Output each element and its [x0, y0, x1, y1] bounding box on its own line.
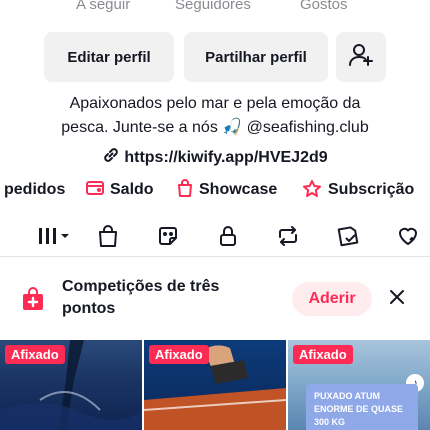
- shortcut-orders[interactable]: pedidos: [4, 176, 65, 204]
- tab-reposts[interactable]: [268, 218, 308, 258]
- repost-icon: [275, 224, 301, 253]
- video-thumbnail[interactable]: Afixado: [0, 340, 142, 430]
- tab-videos-grid[interactable]: [32, 218, 76, 258]
- followers-label[interactable]: Seguidores: [175, 0, 251, 13]
- shortcut-label: Showcase: [199, 181, 278, 198]
- shortcut-label: Subscrição: [328, 181, 415, 198]
- shortcut-label: pedidos: [4, 181, 66, 198]
- profile-tabs: [0, 218, 430, 258]
- bookmark-icon: [336, 224, 360, 253]
- heart-icon: [396, 224, 420, 253]
- shortcut-showcase[interactable]: Showcase: [177, 176, 277, 204]
- video-thumbnail[interactable]: Afixado: [144, 340, 286, 430]
- lock-icon: [216, 224, 240, 253]
- banner-title: Competições de três pontos: [62, 278, 220, 317]
- close-banner-button[interactable]: [384, 286, 410, 312]
- join-button[interactable]: Aderir: [292, 282, 372, 316]
- shortcut-label: Saldo: [110, 181, 154, 198]
- pinned-badge: Afixado: [5, 345, 65, 364]
- profile-bio: Apaixonados pelo mar e pela emoção da pe…: [0, 92, 430, 140]
- likes-label: Gostos: [300, 0, 348, 13]
- profile-shortcuts: pedidos Saldo Showcase Subscrição: [0, 176, 430, 204]
- tab-private[interactable]: [208, 218, 248, 258]
- wallet-icon: [86, 180, 104, 201]
- tab-shop[interactable]: [88, 218, 128, 258]
- video-caption: PUXADO ATUM ENORME DE QUASE 300 KG: [306, 384, 418, 430]
- add-friend-button[interactable]: [336, 32, 386, 82]
- competition-banner[interactable]: Competições de três pontos Aderir: [0, 268, 430, 330]
- pinned-badge: Afixado: [293, 345, 353, 364]
- tab-saved[interactable]: [328, 218, 368, 258]
- share-profile-button[interactable]: Partilhar perfil: [184, 32, 328, 82]
- shopping-bag-icon: [96, 224, 120, 253]
- shortcut-balance[interactable]: Saldo: [86, 176, 154, 204]
- close-icon: [389, 289, 405, 310]
- edit-profile-button[interactable]: Editar perfil: [44, 32, 174, 82]
- pinned-badge: Afixado: [149, 345, 209, 364]
- tabs-divider: [0, 256, 430, 257]
- tab-stickers[interactable]: [148, 218, 188, 258]
- shopping-bag-icon: [177, 178, 193, 202]
- subscription-icon: [302, 179, 322, 202]
- bio-line: pesca. Junte-se a nós 🎣 @seafishing.club: [61, 119, 369, 136]
- shortcut-subscription[interactable]: Subscrição: [302, 176, 414, 204]
- video-grid: Afixado Afixado Afixado ♪ PUXADO ATUM EN…: [0, 340, 430, 430]
- video-thumbnail[interactable]: Afixado ♪ PUXADO ATUM ENORME DE QUASE 30…: [288, 340, 430, 430]
- bio-line: Apaixonados pelo mar e pela emoção da: [69, 95, 361, 112]
- sticker-icon: [156, 224, 180, 253]
- tab-liked[interactable]: [388, 218, 428, 258]
- competition-icon: [19, 286, 47, 314]
- link-text[interactable]: https://kiwify.app/HVEJ2d9: [124, 149, 327, 167]
- link-icon: [102, 146, 120, 169]
- profile-stats: A seguir Seguidores Gostos: [0, 0, 430, 16]
- following-label[interactable]: A seguir: [76, 0, 130, 13]
- profile-link[interactable]: https://kiwify.app/HVEJ2d9: [0, 146, 430, 169]
- grid-icon: [35, 224, 73, 253]
- add-user-icon: [348, 42, 374, 72]
